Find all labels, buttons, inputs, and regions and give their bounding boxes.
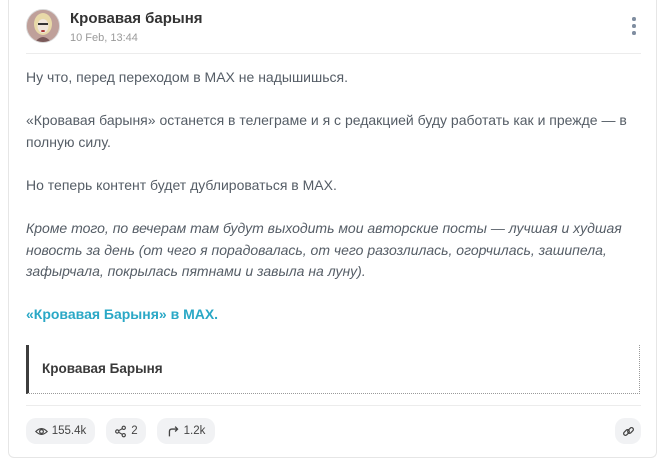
post-paragraph: «Кровавая барыня» останется в телеграме … — [26, 112, 627, 150]
forward-arrow-icon — [168, 425, 179, 436]
post-card: Кровавая барыня 10 Feb, 13:44 Ну что, пе… — [8, 0, 657, 458]
max-channel-link[interactable]: «Кровавая Барыня» в MAX. — [26, 304, 641, 326]
post-header: Кровавая барыня 10 Feb, 13:44 — [26, 9, 641, 53]
views-count: 155.4k — [51, 425, 87, 437]
quote-title: Кровавая Барыня — [42, 361, 163, 376]
reactions-count: 2 — [131, 425, 138, 437]
post-footer: 155.4k 2 1.2k — [26, 418, 641, 444]
views-counter[interactable]: 155.4k — [26, 418, 95, 444]
footer-divider — [26, 405, 641, 406]
link-icon — [622, 426, 634, 436]
menu-dot — [632, 17, 636, 21]
copy-link-button[interactable] — [615, 418, 641, 444]
avatar[interactable] — [26, 9, 60, 43]
shares-counter[interactable]: 1.2k — [157, 418, 215, 444]
post-date: 10 Feb, 13:44 — [70, 32, 138, 44]
post-paragraph-italic: Кроме того, по вечерам там будут выходит… — [26, 220, 622, 279]
reactions-counter[interactable]: 2 — [106, 418, 146, 444]
shares-count: 1.2k — [183, 425, 206, 437]
link-preview-quote[interactable]: Кровавая Барыня — [26, 345, 640, 394]
post-paragraph: Но теперь контент будет дублироваться в … — [26, 177, 337, 193]
menu-dot — [632, 31, 636, 35]
more-vertical-icon[interactable] — [627, 16, 641, 36]
avatar-image — [27, 10, 59, 42]
post-paragraph: Ну что, перед переходом в MAX не надышиш… — [26, 69, 348, 85]
eye-icon — [34, 427, 48, 435]
share-nodes-icon — [115, 425, 127, 437]
menu-dot — [632, 24, 636, 28]
header-divider — [26, 53, 641, 54]
channel-name[interactable]: Кровавая барыня — [70, 10, 203, 27]
